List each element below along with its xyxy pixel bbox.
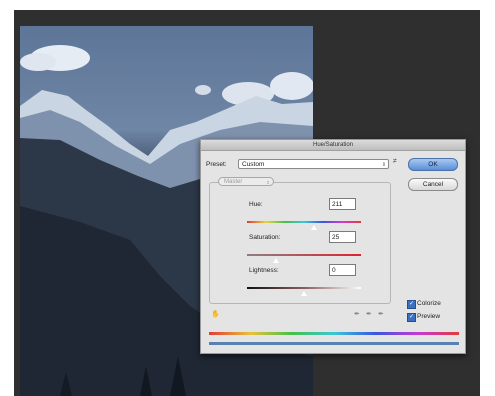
hue-saturation-dialog: Hue/Saturation Preset: Custom ⇕ ≠ OK Can… — [200, 139, 466, 354]
lightness-slider-thumb[interactable] — [301, 291, 307, 296]
chevron-up-down-icon: ⇕ — [381, 162, 386, 168]
adjustment-group — [209, 182, 391, 304]
hand-icon[interactable]: ✋ — [211, 310, 220, 318]
lightness-slider-track[interactable] — [247, 287, 361, 289]
document-canvas: Hue/Saturation Preset: Custom ⇕ ≠ OK Can… — [14, 10, 480, 396]
eyedropper-plus-icon[interactable]: ✒ — [366, 310, 372, 318]
saturation-label: Saturation: — [249, 234, 281, 241]
eyedropper-icon[interactable]: ✒ — [354, 310, 360, 318]
eyedropper-minus-icon[interactable]: ✒ — [378, 310, 384, 318]
source-color-bar — [209, 332, 459, 335]
saturation-input[interactable]: 25 — [329, 231, 356, 243]
hue-slider-track[interactable] — [247, 221, 361, 223]
ok-button[interactable]: OK — [408, 158, 458, 171]
cancel-button[interactable]: Cancel — [408, 178, 458, 191]
lightness-label: Lightness: — [249, 267, 279, 274]
channel-value: Master — [224, 179, 243, 185]
chevron-up-down-icon: ⇕ — [266, 180, 270, 185]
preset-value: Custom — [242, 161, 265, 168]
colorize-label: Colorize — [417, 300, 441, 307]
preset-dropdown[interactable]: Custom ⇕ — [238, 159, 389, 169]
colorize-checkbox[interactable]: ✓ — [407, 300, 416, 309]
dialog-title[interactable]: Hue/Saturation — [201, 140, 465, 151]
hue-input[interactable]: 211 — [329, 198, 356, 210]
saturation-slider-thumb[interactable] — [272, 258, 279, 263]
preset-label: Preset: — [206, 161, 227, 168]
preview-label: Preview — [417, 313, 441, 320]
preview-checkbox[interactable]: ✓ — [407, 313, 416, 322]
preset-options-icon[interactable]: ≠ — [393, 158, 397, 165]
lightness-input[interactable]: 0 — [329, 264, 356, 276]
saturation-slider-track[interactable] — [247, 254, 361, 256]
channel-dropdown[interactable]: Master ⇕ — [218, 177, 274, 186]
result-color-bar — [209, 342, 459, 345]
hue-slider-thumb[interactable] — [311, 225, 318, 230]
hue-label: Hue: — [249, 201, 263, 208]
